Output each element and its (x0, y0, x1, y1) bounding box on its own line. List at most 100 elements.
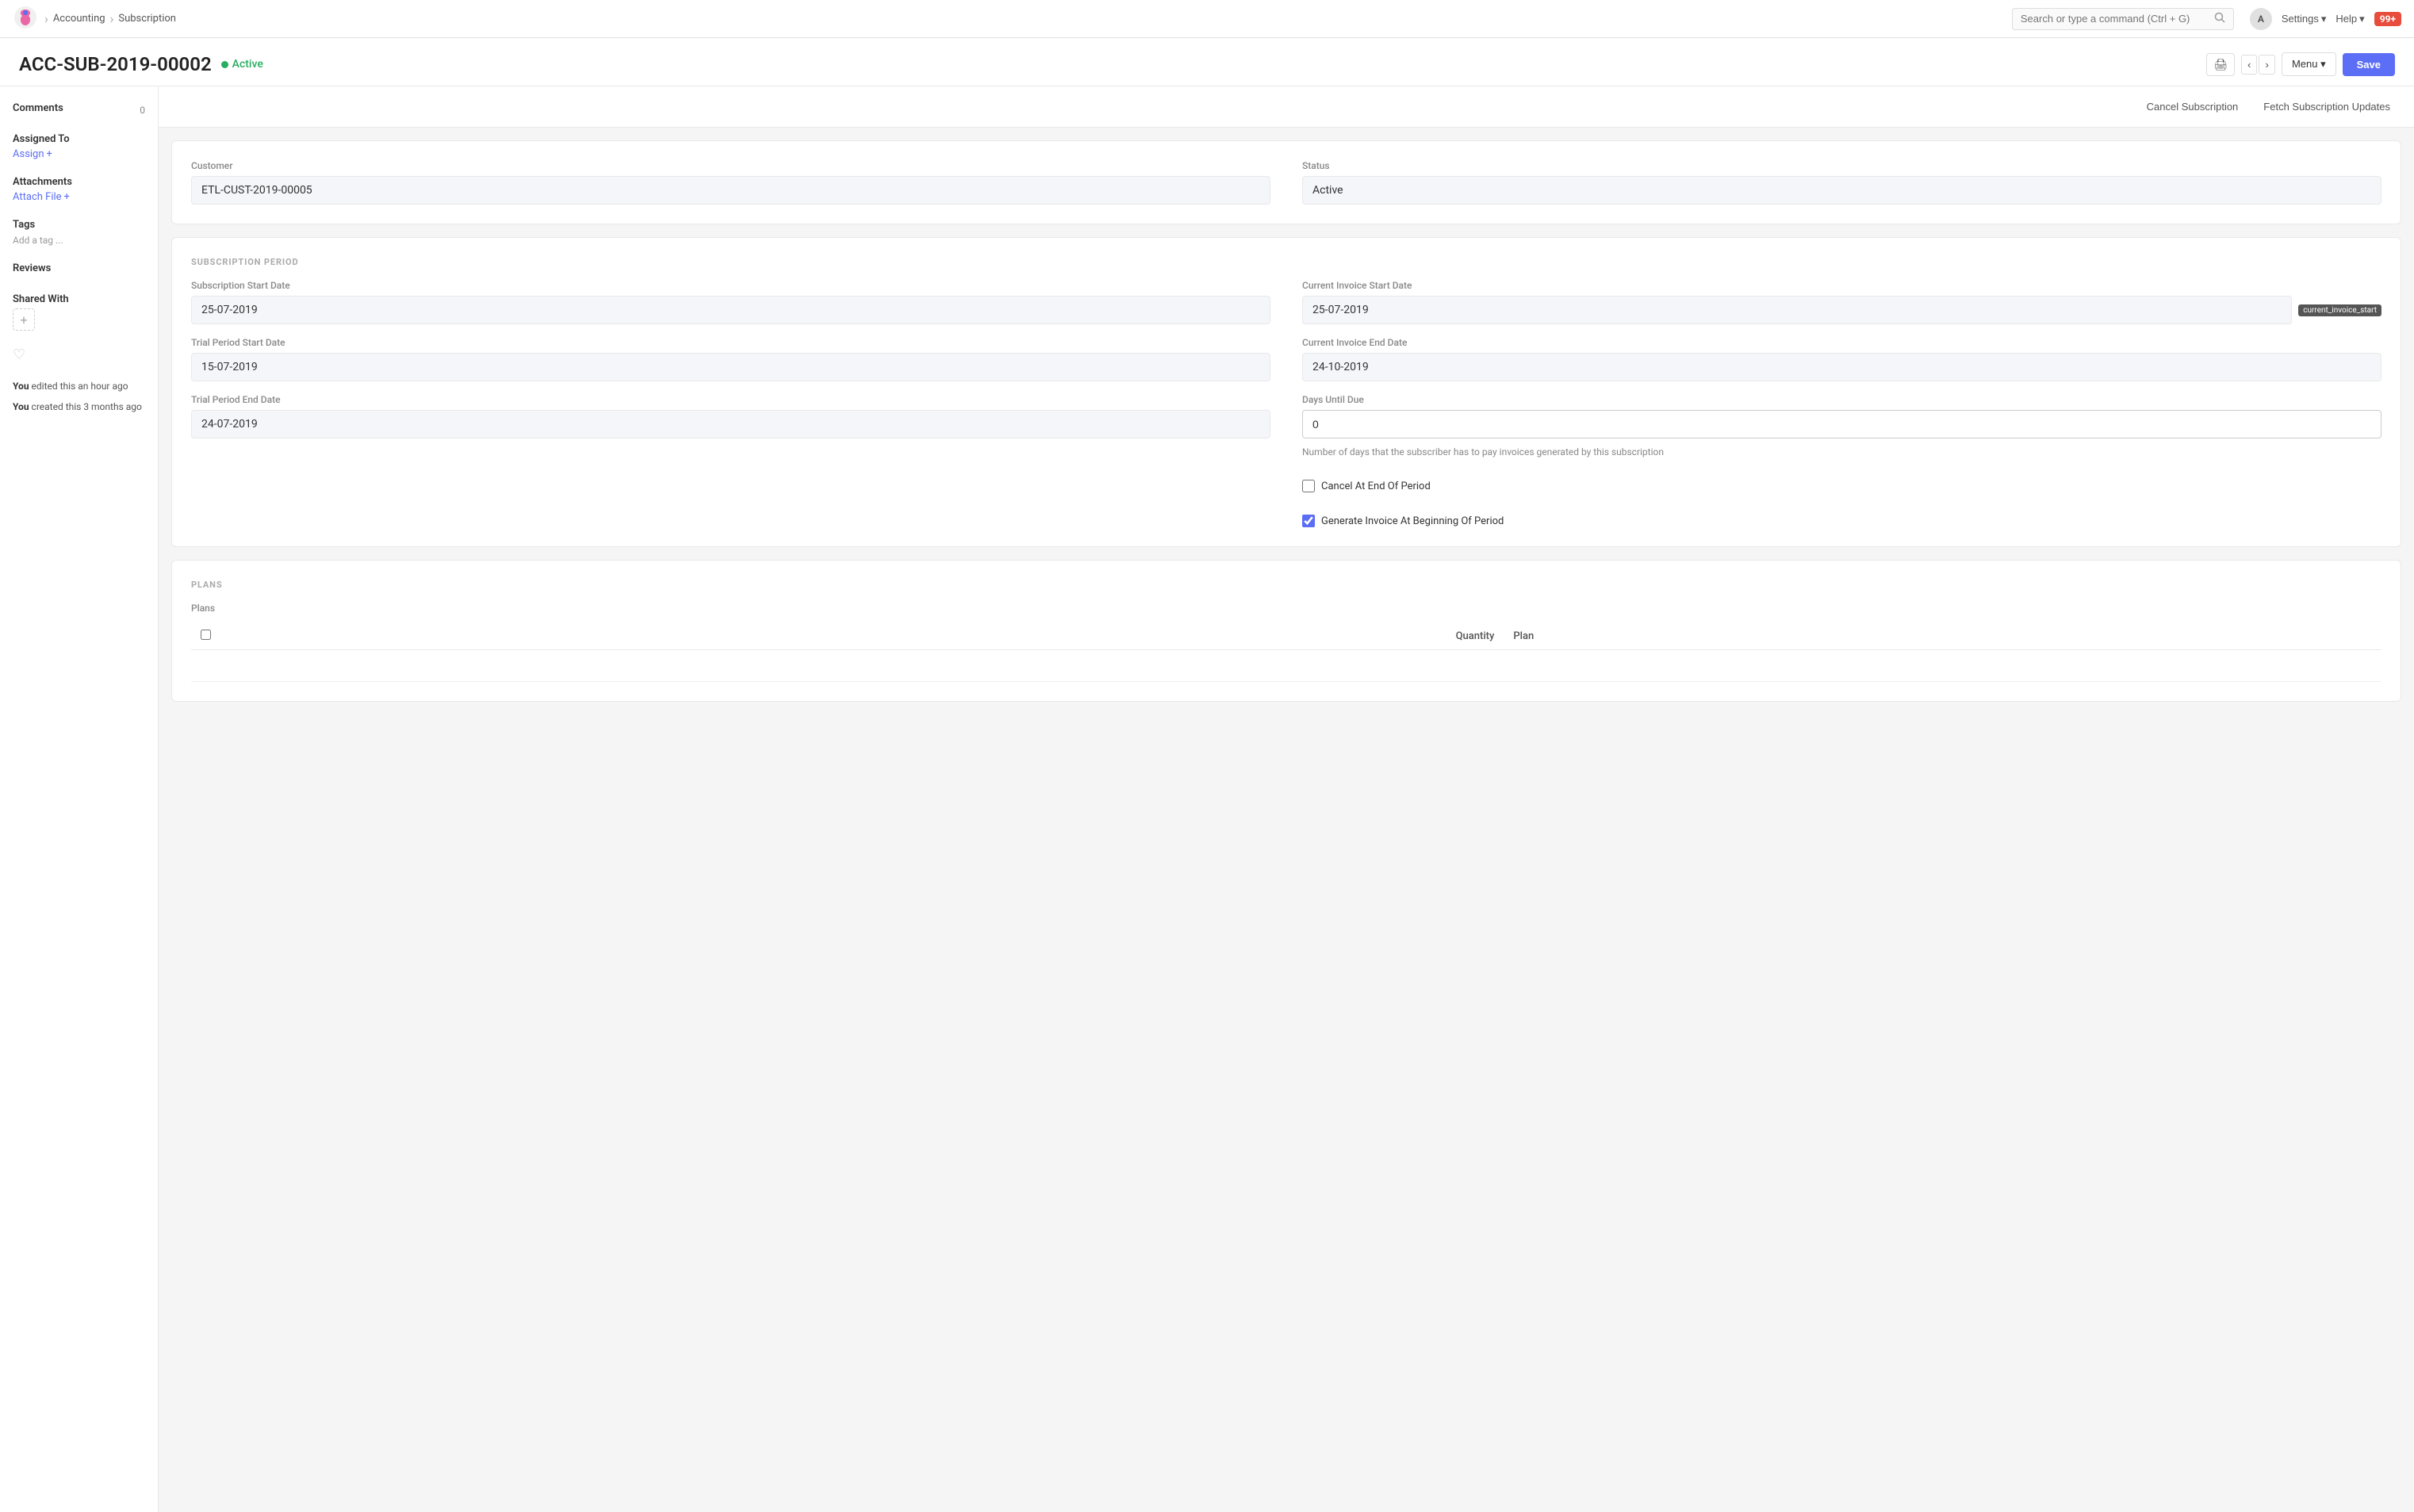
cancel-end-period-label: Cancel At End Of Period (1321, 480, 1431, 492)
start-date-group: Subscription Start Date 25-07-2019 (191, 280, 1270, 324)
attachments-section: Attachments Attach File + (13, 176, 145, 203)
shared-with-label: Shared With (13, 293, 145, 305)
menu-chevron-icon: ▾ (2320, 58, 2326, 70)
invoice-end-label: Current Invoice End Date (1302, 337, 2381, 348)
menu-button[interactable]: Menu ▾ (2282, 52, 2336, 76)
status-badge: Active (221, 58, 263, 71)
period-right-col: Current Invoice Start Date 25-07-2019 cu… (1302, 280, 2381, 527)
start-date-value: 25-07-2019 (191, 296, 1270, 324)
fetch-subscription-updates-button[interactable]: Fetch Subscription Updates (2255, 96, 2398, 117)
status-field-label: Status (1302, 160, 2381, 171)
nav-right: A Settings ▾ Help ▾ 99+ (2250, 8, 2401, 30)
tags-label: Tags (13, 219, 145, 231)
content-area: Cancel Subscription Fetch Subscription U… (159, 86, 2414, 1512)
trial-end-value: 24-07-2019 (191, 410, 1270, 438)
main-layout: Comments 0 Assigned To Assign + Attachme… (0, 86, 2414, 1512)
invoice-end-value: 24-10-2019 (1302, 353, 2381, 381)
invoice-start-row: 25-07-2019 current_invoice_start (1302, 296, 2381, 324)
plans-card: PLANS Plans Quantity Plan (171, 560, 2401, 702)
next-button[interactable]: › (2259, 55, 2274, 75)
generate-invoice-row: Generate Invoice At Beginning Of Period (1302, 515, 2381, 527)
attach-file-link[interactable]: Attach File + (13, 191, 145, 203)
days-due-label: Days Until Due (1302, 394, 2381, 405)
invoice-start-label: Current Invoice Start Date (1302, 280, 2381, 291)
activity-item-1: You edited this an hour ago (13, 379, 145, 393)
assigned-to-label: Assigned To (13, 133, 145, 145)
reviews-section: Reviews (13, 262, 145, 278)
plans-col-plan: Plan (1504, 623, 2381, 650)
heart-icon[interactable]: ♡ (13, 346, 25, 363)
attach-plus-icon: + (64, 191, 70, 203)
prev-button[interactable]: ‹ (2241, 55, 2257, 75)
heart-section: ♡ (13, 346, 145, 363)
table-row (191, 650, 2381, 682)
search-bar[interactable] (2012, 8, 2234, 30)
cancel-end-period-row: Cancel At End Of Period (1302, 480, 2381, 492)
settings-button[interactable]: Settings ▾ (2282, 13, 2327, 25)
reviews-label: Reviews (13, 262, 145, 274)
subscription-period-grid: Subscription Start Date 25-07-2019 Trial… (191, 280, 2381, 527)
invoice-start-value: 25-07-2019 (1302, 296, 2292, 324)
invoice-end-group: Current Invoice End Date 24-10-2019 (1302, 337, 2381, 381)
shared-add-button[interactable]: + (13, 308, 35, 331)
subscription-period-heading: SUBSCRIPTION PERIOD (191, 257, 2381, 267)
trial-start-value: 15-07-2019 (191, 353, 1270, 381)
cancel-end-period-checkbox[interactable] (1302, 480, 1315, 492)
top-nav: › Accounting › Subscription A Settings ▾… (0, 0, 2414, 38)
page-header: ACC-SUB-2019-00002 Active 🖨 ‹ › Menu ▾ S… (0, 38, 2414, 86)
attachments-label: Attachments (13, 176, 145, 188)
shared-with-section: Shared With + (13, 293, 145, 331)
comments-label: Comments (13, 102, 63, 114)
subscription-period-card: SUBSCRIPTION PERIOD Subscription Start D… (171, 237, 2401, 547)
status-label: Active (232, 58, 263, 71)
trial-end-label: Trial Period End Date (191, 394, 1270, 405)
plans-col-checkbox (191, 623, 223, 650)
cancel-subscription-button[interactable]: Cancel Subscription (2139, 96, 2247, 117)
invoice-start-tooltip: current_invoice_start (2298, 304, 2381, 316)
header-actions: 🖨 ‹ › Menu ▾ Save (2206, 52, 2395, 76)
customer-form-grid: Customer ETL-CUST-2019-00005 Status Acti… (191, 160, 2381, 205)
assign-link[interactable]: Assign + (13, 148, 145, 160)
avatar: A (2250, 8, 2272, 30)
trial-end-group: Trial Period End Date 24-07-2019 (191, 394, 1270, 438)
plans-table: Quantity Plan (191, 623, 2381, 682)
add-tag-link[interactable]: Add a tag ... (13, 235, 63, 246)
plans-section: PLANS Plans Quantity Plan (171, 560, 2401, 702)
assigned-to-section: Assigned To Assign + (13, 133, 145, 160)
days-due-group: Days Until Due Number of days that the s… (1302, 394, 2381, 457)
notification-badge[interactable]: 99+ (2374, 12, 2401, 26)
generate-invoice-checkbox[interactable] (1302, 515, 1315, 527)
status-dot (221, 61, 228, 68)
breadcrumb-accounting[interactable]: Accounting (53, 13, 105, 25)
start-date-label: Subscription Start Date (191, 280, 1270, 291)
plans-label: Plans (191, 603, 2381, 614)
help-button[interactable]: Help ▾ (2335, 13, 2364, 25)
plans-select-all-checkbox[interactable] (201, 630, 211, 640)
breadcrumb-sep-1: › (44, 11, 48, 26)
action-bar: Cancel Subscription Fetch Subscription U… (159, 86, 2414, 128)
breadcrumb-subscription[interactable]: Subscription (118, 13, 176, 25)
breadcrumb: › Accounting › Subscription (44, 11, 176, 26)
tags-section: Tags Add a tag ... (13, 219, 145, 247)
save-button[interactable]: Save (2343, 53, 2395, 76)
trial-start-label: Trial Period Start Date (191, 337, 1270, 348)
search-input[interactable] (2021, 13, 2209, 25)
print-icon: 🖨 (2213, 58, 2228, 71)
nav-arrows: ‹ › (2241, 55, 2275, 75)
assign-plus-icon: + (47, 148, 52, 160)
status-field-value: Active (1302, 176, 2381, 205)
plans-col-quantity: Quantity (223, 623, 1504, 650)
activity-item-2: You created this 3 months ago (13, 400, 145, 414)
trial-start-group: Trial Period Start Date 15-07-2019 (191, 337, 1270, 381)
days-due-helper: Number of days that the subscriber has t… (1302, 446, 2381, 457)
customer-card: Customer ETL-CUST-2019-00005 Status Acti… (171, 140, 2401, 224)
left-sidebar: Comments 0 Assigned To Assign + Attachme… (0, 86, 159, 1512)
period-left-col: Subscription Start Date 25-07-2019 Trial… (191, 280, 1270, 527)
help-chevron-icon: ▾ (2359, 13, 2365, 25)
customer-group: Customer ETL-CUST-2019-00005 (191, 160, 1270, 205)
comments-count: 0 (140, 105, 145, 116)
search-icon (2214, 12, 2225, 26)
customer-value: ETL-CUST-2019-00005 (191, 176, 1270, 205)
print-button[interactable]: 🖨 (2206, 53, 2235, 76)
days-due-input[interactable] (1302, 410, 2381, 438)
